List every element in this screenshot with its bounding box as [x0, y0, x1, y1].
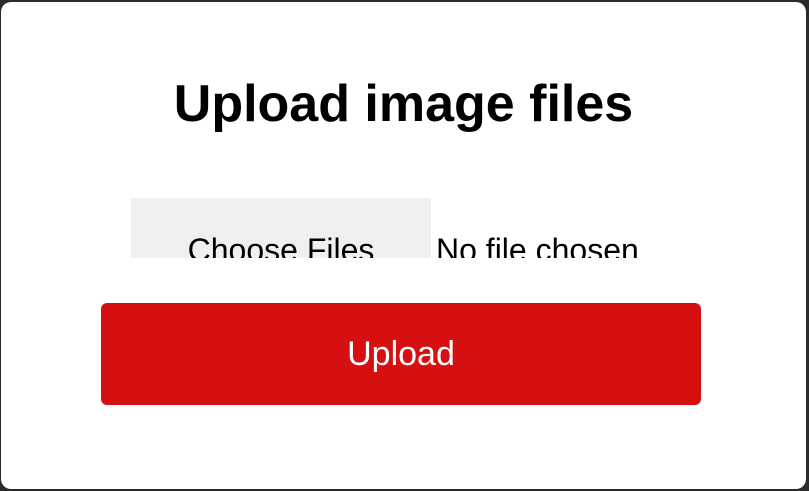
file-input[interactable]: Choose Files No file chosen — [131, 198, 731, 258]
choose-files-label: Choose Files — [187, 232, 375, 258]
upload-button[interactable]: Upload — [101, 303, 701, 405]
upload-card: Upload image files Choose Files No file … — [1, 2, 806, 489]
page-title: Upload image files — [173, 75, 634, 133]
file-status-text: No file chosen — [436, 232, 639, 258]
choose-files-button[interactable]: Choose Files — [131, 198, 431, 258]
